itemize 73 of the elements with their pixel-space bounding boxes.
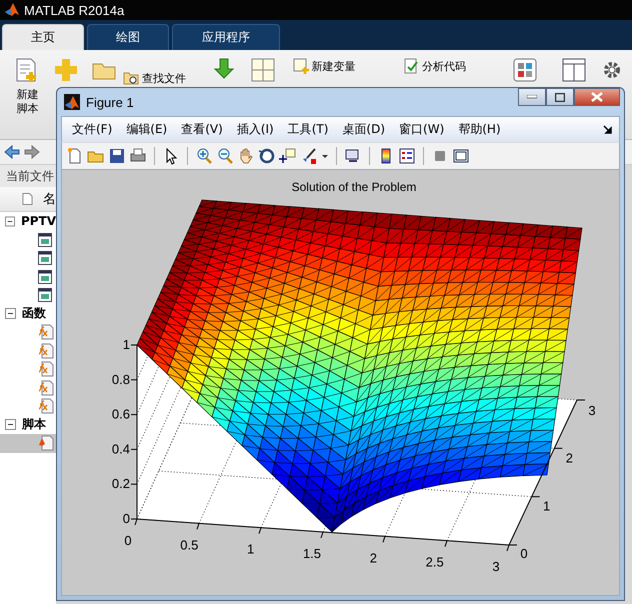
menu-item[interactable]: 桌面(D) [336,121,392,138]
ribbon-tab[interactable]: 应用程序 [172,24,280,50]
tick-label: 2 [566,450,573,466]
analyze-code-icon[interactable] [402,58,419,74]
menu-item[interactable]: 工具(T) [282,121,334,138]
tick-label: 1.5 [302,546,322,561]
plot-title: Solution of the Problem [292,180,416,194]
collapse-icon[interactable] [5,308,16,320]
tick-label: 0 [520,546,528,561]
menu-item[interactable]: 插入(I) [230,121,280,138]
window-title: Figure 1 [86,94,135,110]
workspace-icon[interactable] [249,56,278,84]
zoom-in-icon[interactable] [195,147,213,165]
maximize-icon [555,92,565,102]
app-file-icon [38,270,52,284]
tick-label: 0.8 [112,372,130,387]
tick-label: 0.2 [112,476,130,492]
app-file-icon [38,232,52,247]
menu-item[interactable]: 窗口(W) [393,121,450,138]
group-label[interactable]: PPTV [20,214,56,228]
tick-label: 0 [124,533,132,548]
tick-label: 0.6 [112,406,130,422]
tick-label: 0.5 [180,537,198,552]
tick-label: 0.4 [112,441,130,456]
collapse-icon[interactable] [5,216,15,227]
rotate-icon[interactable] [258,147,276,165]
column-header[interactable]: 名 [43,190,56,208]
layout-icon[interactable] [560,56,588,84]
collapse-icon[interactable] [5,419,16,430]
menu-item[interactable]: 编辑(E) [120,121,174,138]
group-label[interactable]: 函数 [22,305,46,322]
tick-label: 3 [588,403,596,418]
tick-label: 2 [370,550,377,566]
find-files-label[interactable]: 查找文件 [142,70,186,86]
new-variable-label[interactable]: 新建变量 [312,58,356,74]
tick-label: 1 [543,498,550,514]
logo-icon [64,94,80,110]
tick-label: 3 [492,559,500,574]
app-file-icon [38,251,52,266]
minimize-button[interactable] [518,88,546,106]
ribbon-tab[interactable]: 绘图 [87,24,169,50]
logo-icon [4,2,20,18]
layout-grid-icon[interactable] [510,56,539,84]
window-icon[interactable] [452,147,470,165]
app-file-icon [38,288,52,302]
file-icon [22,192,33,206]
close-icon [591,92,603,102]
tick-label: 1 [122,337,130,352]
tick-label: 0 [122,511,130,526]
find-files-icon[interactable] [122,70,139,86]
save-icon[interactable] [108,147,126,165]
dock-arrow-icon[interactable] [603,124,613,134]
data-cursor-icon[interactable] [279,147,297,165]
back-arrow-icon[interactable] [4,144,20,160]
maximize-button[interactable] [546,88,574,106]
menu-item[interactable]: 查看(V) [175,121,229,138]
minimize-icon [527,95,537,99]
tick-label: 1 [247,542,254,557]
new-script-label[interactable]: 新建 [16,88,38,102]
close-button[interactable] [574,88,620,106]
forward-arrow-icon[interactable] [24,144,40,160]
new-script-label[interactable]: 脚本 [16,102,38,116]
zoom-out-icon[interactable] [216,147,234,165]
menu-item[interactable]: 文件(F) [66,121,118,138]
analyze-code-label[interactable]: 分析代码 [422,58,466,74]
legend-icon[interactable] [398,147,416,165]
new-variable-icon[interactable] [292,58,309,74]
window-title: MATLAB R2014a [24,2,124,18]
tick-label: 2.5 [426,554,444,570]
menu-item[interactable]: 帮助(H) [452,121,507,138]
group-label[interactable]: 脚本 [22,416,46,434]
ribbon-tab[interactable]: 主页 [2,24,84,50]
panel-title: 当前文件 [0,165,56,187]
